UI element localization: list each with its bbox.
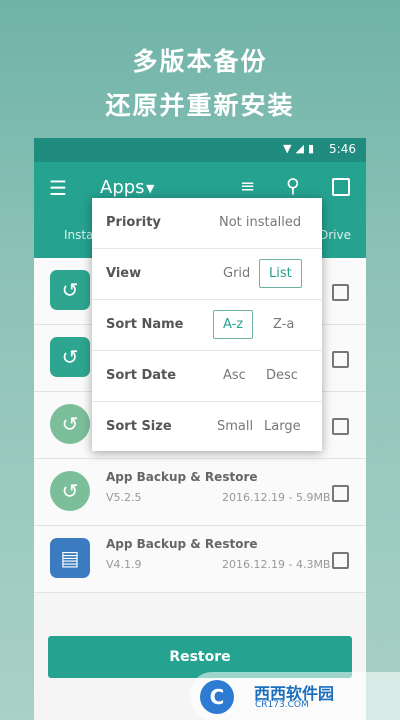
app-meta: 2016.12.19 - 4.3MB xyxy=(222,558,331,571)
tab-drive[interactable]: Drive xyxy=(319,228,351,242)
sort-date-option-desc[interactable]: Desc xyxy=(266,368,298,383)
sort-size-row: Sort Size Small Large xyxy=(92,402,322,452)
sort-date-label: Sort Date xyxy=(106,368,177,383)
chevron-down-icon[interactable]: ▼ xyxy=(146,182,154,195)
priority-row: Priority Not installed xyxy=(92,198,322,249)
watermark-logo-icon: C xyxy=(200,680,234,714)
view-label: View xyxy=(106,266,142,281)
list-item[interactable]: ↺ App Backup & Restore V5.2.5 2016.12.19… xyxy=(34,459,366,526)
view-option-grid[interactable]: Grid xyxy=(223,266,250,281)
sort-size-option-large[interactable]: Large xyxy=(264,419,301,434)
sort-icon[interactable]: ≡ xyxy=(240,176,255,197)
battery-icon: ▮ xyxy=(307,142,318,155)
sort-name-label: Sort Name xyxy=(106,317,184,332)
no-signal-icon: ◢ xyxy=(295,142,308,155)
sort-size-label: Sort Size xyxy=(106,419,172,434)
app-name: App Backup & Restore xyxy=(106,470,258,484)
backup-restore-icon: ↺ xyxy=(50,337,90,377)
backup-restore-icon: ↺ xyxy=(50,404,90,444)
view-row: View Grid List xyxy=(92,249,322,300)
sort-options-popup: Priority Not installed View Grid List So… xyxy=(92,198,322,451)
backup-restore-icon: ↺ xyxy=(50,270,90,310)
sort-date-row: Sort Date Asc Desc xyxy=(92,351,322,402)
backup-restore-icon: ↺ xyxy=(50,471,90,511)
item-checkbox[interactable] xyxy=(332,552,349,569)
search-icon[interactable]: ⚲ xyxy=(286,175,300,197)
headline-line-1: 多版本备份 xyxy=(132,47,268,76)
item-checkbox[interactable] xyxy=(332,418,349,435)
priority-label: Priority xyxy=(106,215,161,230)
item-checkbox[interactable] xyxy=(332,284,349,301)
app-version: V5.2.5 xyxy=(106,491,142,504)
sort-date-option-asc[interactable]: Asc xyxy=(223,368,246,383)
status-time: 5:46 xyxy=(329,142,356,156)
status-bar: ▼◢▮ 5:46 xyxy=(34,138,366,162)
priority-option-not-installed[interactable]: Not installed xyxy=(219,215,301,230)
status-icons: ▼◢▮ xyxy=(283,142,318,155)
menu-icon[interactable]: ☰ xyxy=(49,176,67,200)
app-meta: 2016.12.19 - 5.9MB xyxy=(222,491,331,504)
headline-line-2: 还原并重新安装 xyxy=(105,91,295,120)
backup-folder-icon: ▤ xyxy=(50,538,90,578)
sort-name-option-za[interactable]: Z-a xyxy=(273,317,294,332)
sort-size-option-small[interactable]: Small xyxy=(217,419,253,434)
wifi-icon: ▼ xyxy=(283,142,296,155)
tab-installed[interactable]: Insta xyxy=(64,228,93,242)
sort-name-row: Sort Name A-z Z-a xyxy=(92,300,322,351)
view-option-list[interactable]: List xyxy=(259,259,302,288)
item-checkbox[interactable] xyxy=(332,485,349,502)
app-name: App Backup & Restore xyxy=(106,537,258,551)
item-checkbox[interactable] xyxy=(332,351,349,368)
list-item[interactable]: ▤ App Backup & Restore V4.1.9 2016.12.19… xyxy=(34,526,366,593)
app-version: V4.1.9 xyxy=(106,558,142,571)
watermark-subtext: CR173.COM xyxy=(255,700,309,710)
sort-name-option-az[interactable]: A-z xyxy=(213,310,254,339)
select-all-checkbox[interactable] xyxy=(332,178,350,196)
app-title-dropdown[interactable]: Apps xyxy=(100,177,145,198)
